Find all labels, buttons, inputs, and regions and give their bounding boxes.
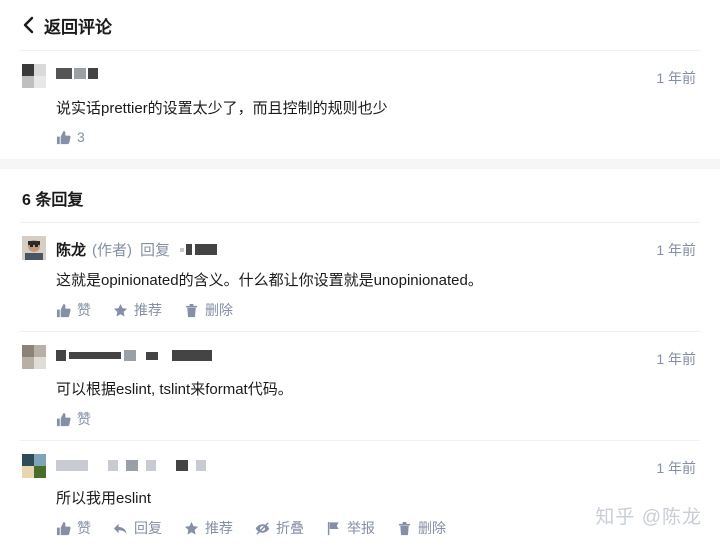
reply-text: 这就是opinionated的含义。什么都让你设置就是unopinionated… — [56, 272, 483, 289]
author-tag: (作者) — [92, 242, 133, 259]
like-button[interactable]: 3 — [56, 129, 85, 145]
reply-time: 1 年前 — [656, 242, 696, 258]
delete-button[interactable]: 删除 — [184, 300, 233, 320]
replies-count-title: 6 条回复 — [22, 192, 84, 209]
divider — [20, 331, 700, 332]
star-icon — [184, 521, 199, 534]
avatar[interactable] — [22, 64, 46, 88]
reply-text: 所以我用eslint — [56, 490, 152, 507]
avatar[interactable] — [22, 236, 46, 260]
thumbs-up-icon — [56, 412, 71, 426]
collapse-button[interactable]: 折叠 — [255, 518, 304, 538]
divider — [20, 222, 700, 223]
reply-label: 回复 — [140, 242, 171, 259]
flag-icon — [327, 521, 339, 535]
username-redacted[interactable] — [56, 350, 212, 361]
like-button[interactable]: 赞 — [56, 409, 91, 429]
username-redacted[interactable] — [56, 460, 206, 471]
recommend-button[interactable]: 推荐 — [113, 300, 162, 320]
reply-to-user-redacted[interactable] — [180, 244, 218, 255]
thumbs-up-icon — [56, 303, 71, 317]
username-redacted[interactable] — [56, 68, 98, 79]
divider — [20, 50, 700, 51]
trash-icon — [398, 521, 411, 535]
recommend-button[interactable]: 推荐 — [184, 518, 233, 538]
reply-button[interactable]: 回复 — [113, 518, 162, 538]
watermark: 知乎 @陈龙 — [595, 507, 702, 528]
like-count: 3 — [77, 129, 85, 145]
like-button[interactable]: 赞 — [56, 518, 91, 538]
back-to-comments-button[interactable]: 返回评论 — [0, 0, 720, 50]
star-icon — [113, 303, 128, 316]
chevron-left-icon — [23, 16, 34, 34]
comment-text: 说实话prettier的设置太少了，而且控制的规则也少 — [56, 100, 388, 117]
reply-time: 1 年前 — [656, 460, 696, 476]
section-gap — [0, 159, 720, 169]
avatar[interactable] — [22, 454, 46, 478]
like-button[interactable]: 赞 — [56, 300, 91, 320]
thumbs-up-icon — [56, 130, 71, 144]
eye-off-icon — [255, 521, 270, 535]
reply-arrow-icon — [113, 523, 127, 534]
divider — [20, 440, 700, 441]
author-name[interactable]: 陈龙 — [56, 239, 86, 260]
delete-button[interactable]: 删除 — [397, 518, 446, 538]
thumbs-up-icon — [56, 521, 71, 535]
comment-time: 1 年前 — [656, 70, 696, 86]
avatar[interactable] — [22, 345, 46, 369]
report-button[interactable]: 举报 — [326, 518, 375, 538]
reply-time: 1 年前 — [656, 351, 696, 367]
reply-text: 可以根据eslint, tslint来format代码。 — [56, 381, 293, 398]
back-label: 返回评论 — [44, 17, 112, 37]
trash-icon — [185, 303, 198, 317]
